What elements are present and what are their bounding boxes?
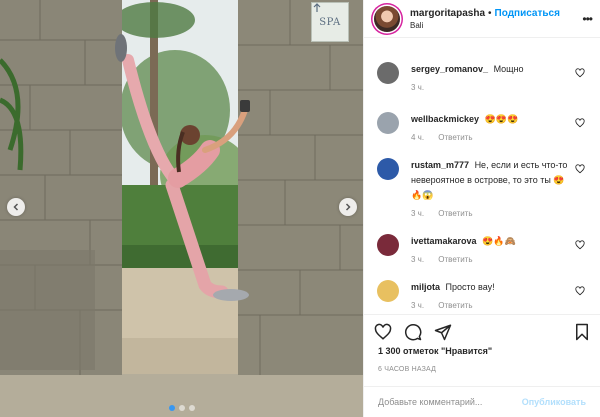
photo-illustration — [0, 0, 363, 417]
comment-item: sergey_romanov_ Мощно 3 ч. — [364, 62, 600, 92]
comment-text: Просто вау! — [445, 282, 495, 292]
comment-text: Мощно — [493, 64, 524, 74]
share-icon[interactable] — [434, 323, 452, 341]
carousel-dot — [188, 405, 195, 411]
comment-time[interactable]: 3 ч. — [411, 83, 424, 92]
commenter-avatar[interactable] — [377, 280, 399, 302]
commenter-avatar[interactable] — [377, 62, 399, 84]
commenter-username[interactable]: miljota — [411, 282, 440, 292]
carousel-indicator — [0, 405, 363, 411]
follow-button[interactable]: Подписаться — [495, 8, 560, 19]
comment-item: wellbackmickey 😍😍😍 4 ч. Ответить — [364, 112, 600, 142]
likes-count[interactable]: 1 300 отметок "Нравится" — [378, 346, 492, 356]
post-photo[interactable]: SPA — [0, 0, 363, 417]
commenter-username[interactable]: rustam_m777 — [411, 160, 469, 170]
comment-time[interactable]: 3 ч. — [411, 301, 424, 310]
comment-icon[interactable] — [404, 323, 422, 341]
post-actions-bar — [364, 314, 600, 348]
comment-item: miljota Просто вау! 3 ч. Ответить — [364, 280, 600, 310]
previous-slide-button[interactable] — [7, 198, 25, 216]
post-time[interactable]: 6 ЧАСОВ НАЗАД — [378, 366, 436, 373]
comment-text: 😍🔥🙈 — [482, 236, 516, 246]
commenter-avatar[interactable] — [377, 234, 399, 256]
comment-input[interactable] — [378, 397, 522, 407]
comment-text: 😍😍😍 — [484, 114, 519, 124]
publish-button[interactable]: Опубликовать — [522, 397, 586, 407]
commenter-username[interactable]: ivettamakarova — [411, 236, 477, 246]
comment-like-icon[interactable] — [575, 68, 585, 78]
reply-button[interactable]: Ответить — [438, 209, 472, 218]
commenter-avatar[interactable] — [377, 158, 399, 180]
carousel-dot — [178, 405, 185, 411]
comment-time[interactable]: 3 ч. — [411, 209, 424, 218]
reply-button[interactable]: Ответить — [438, 133, 472, 142]
reply-button[interactable]: Ответить — [438, 301, 472, 310]
author-avatar[interactable] — [374, 5, 400, 32]
spa-sign: SPA — [311, 2, 349, 42]
reply-button[interactable]: Ответить — [438, 255, 472, 264]
arrow-up-icon — [313, 3, 321, 12]
separator-dot: • — [488, 7, 492, 19]
commenter-username[interactable]: wellbackmickey — [411, 114, 479, 124]
comment-like-icon[interactable] — [575, 118, 585, 128]
comment-item: rustam_m777 Не, если и есть что-то невер… — [364, 158, 600, 218]
post-side-panel: margoritapasha • Подписаться Bali ••• se… — [363, 0, 600, 417]
comments-list: sergey_romanov_ Мощно 3 ч. wellbackmicke… — [364, 52, 600, 314]
comment-like-icon[interactable] — [575, 240, 585, 250]
comment-like-icon[interactable] — [575, 164, 585, 174]
comment-time[interactable]: 3 ч. — [411, 255, 424, 264]
add-comment-bar: Опубликовать — [364, 386, 600, 417]
spa-sign-text: SPA — [319, 16, 341, 28]
comment-time[interactable]: 4 ч. — [411, 133, 424, 142]
carousel-dot — [168, 405, 175, 411]
next-slide-button[interactable] — [339, 198, 357, 216]
post-location[interactable]: Bali — [410, 21, 560, 30]
heart-icon[interactable] — [374, 323, 392, 341]
chevron-right-icon — [345, 203, 351, 211]
chevron-left-icon — [13, 203, 19, 211]
commenter-avatar[interactable] — [377, 112, 399, 134]
post-header: margoritapasha • Подписаться Bali ••• — [364, 0, 600, 38]
commenter-username[interactable]: sergey_romanov_ — [411, 64, 488, 74]
author-username[interactable]: margoritapasha — [410, 8, 485, 19]
bookmark-icon[interactable] — [574, 323, 590, 341]
comment-like-icon[interactable] — [575, 286, 585, 296]
more-options-icon[interactable]: ••• — [582, 12, 593, 26]
comment-item: ivettamakarova 😍🔥🙈 3 ч. Ответить — [364, 234, 600, 264]
